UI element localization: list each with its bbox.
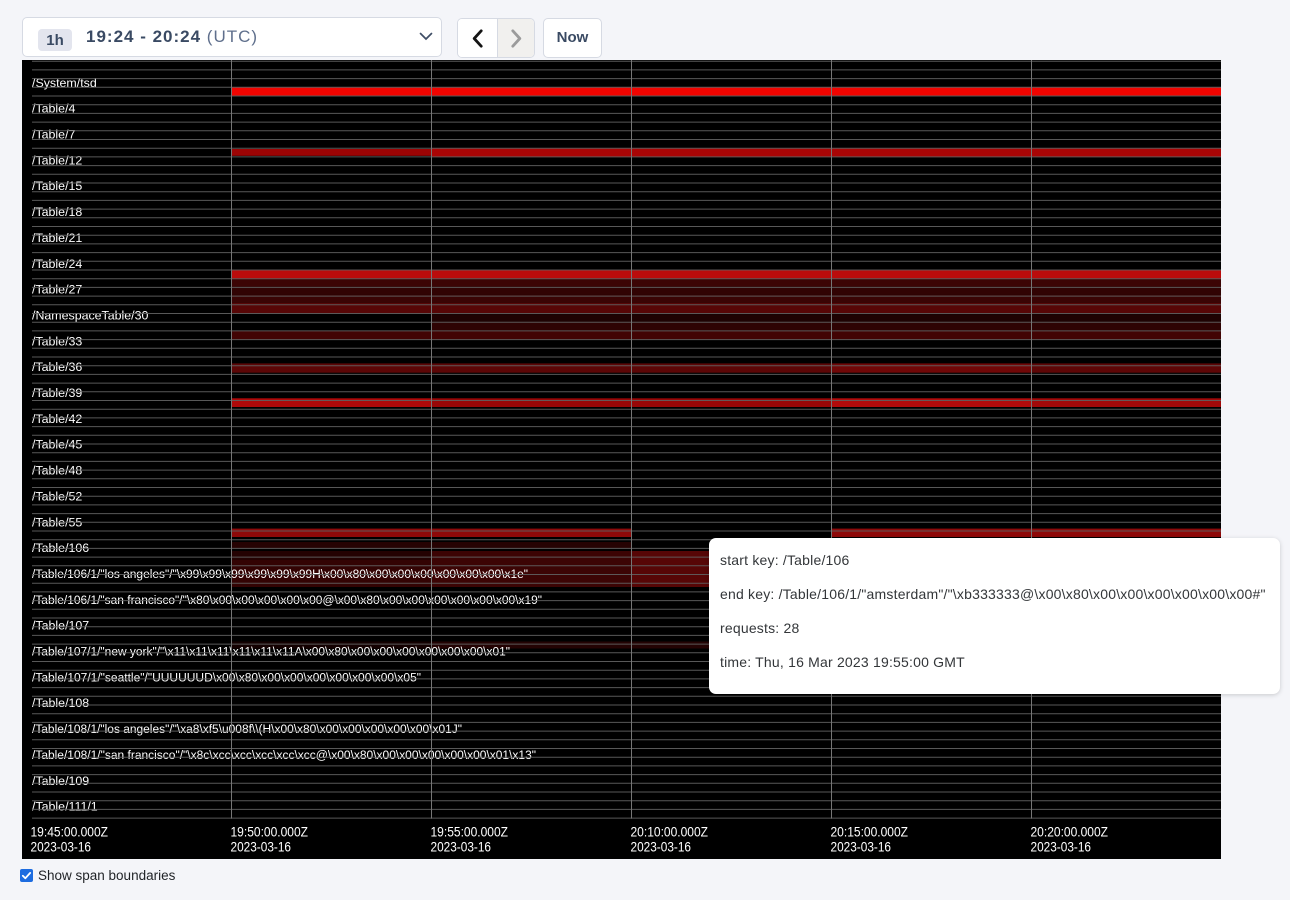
svg-text:/Table/15: /Table/15 <box>32 179 82 193</box>
svg-text:/Table/24: /Table/24 <box>32 257 82 271</box>
svg-text:2023-03-16: 2023-03-16 <box>431 839 492 854</box>
svg-text:19:50:00.000Z: 19:50:00.000Z <box>231 824 309 839</box>
svg-text:/NamespaceTable/30: /NamespaceTable/30 <box>32 308 149 322</box>
svg-text:20:20:00.000Z: 20:20:00.000Z <box>1031 824 1109 839</box>
svg-text:/Table/111/1: /Table/111/1 <box>32 800 98 814</box>
svg-text:2023-03-16: 2023-03-16 <box>231 839 292 854</box>
svg-text:/Table/27: /Table/27 <box>32 283 82 297</box>
svg-text:/Table/108: /Table/108 <box>32 696 89 710</box>
svg-text:2023-03-16: 2023-03-16 <box>1031 839 1092 854</box>
svg-text:/Table/45: /Table/45 <box>32 438 82 452</box>
svg-text:/Table/109: /Table/109 <box>32 774 89 788</box>
svg-text:/Table/36: /Table/36 <box>32 360 82 374</box>
svg-text:/Table/39: /Table/39 <box>32 386 82 400</box>
svg-text:20:10:00.000Z: 20:10:00.000Z <box>631 824 709 839</box>
svg-text:2023-03-16: 2023-03-16 <box>31 839 92 854</box>
svg-text:20:15:00.000Z: 20:15:00.000Z <box>831 824 909 839</box>
svg-text:2023-03-16: 2023-03-16 <box>631 839 692 854</box>
svg-text:/Table/107/1/"seattle"/"UUUUUU: /Table/107/1/"seattle"/"UUUUUUD\x00\x80\… <box>32 670 421 684</box>
svg-text:/Table/106/1/"san francisco"/": /Table/106/1/"san francisco"/"\x80\x00\x… <box>32 593 542 607</box>
svg-text:/Table/33: /Table/33 <box>32 334 82 348</box>
svg-text:19:55:00.000Z: 19:55:00.000Z <box>431 824 509 839</box>
svg-text:/Table/108/1/"san francisco"/": /Table/108/1/"san francisco"/"\x8c\xcc\x… <box>32 748 536 762</box>
svg-text:/Table/107: /Table/107 <box>32 619 89 633</box>
svg-text:/Table/107/1/"new york"/"\x11\: /Table/107/1/"new york"/"\x11\x11\x11\x1… <box>32 645 510 659</box>
svg-text:/Table/108/1/"los angeles"/"\x: /Table/108/1/"los angeles"/"\xa8\xf5\u00… <box>32 722 462 736</box>
svg-text:/Table/42: /Table/42 <box>32 412 82 426</box>
svg-text:2023-03-16: 2023-03-16 <box>831 839 892 854</box>
svg-text:19:45:00.000Z: 19:45:00.000Z <box>31 824 109 839</box>
svg-text:/Table/21: /Table/21 <box>32 231 82 245</box>
svg-text:/Table/18: /Table/18 <box>32 205 82 219</box>
